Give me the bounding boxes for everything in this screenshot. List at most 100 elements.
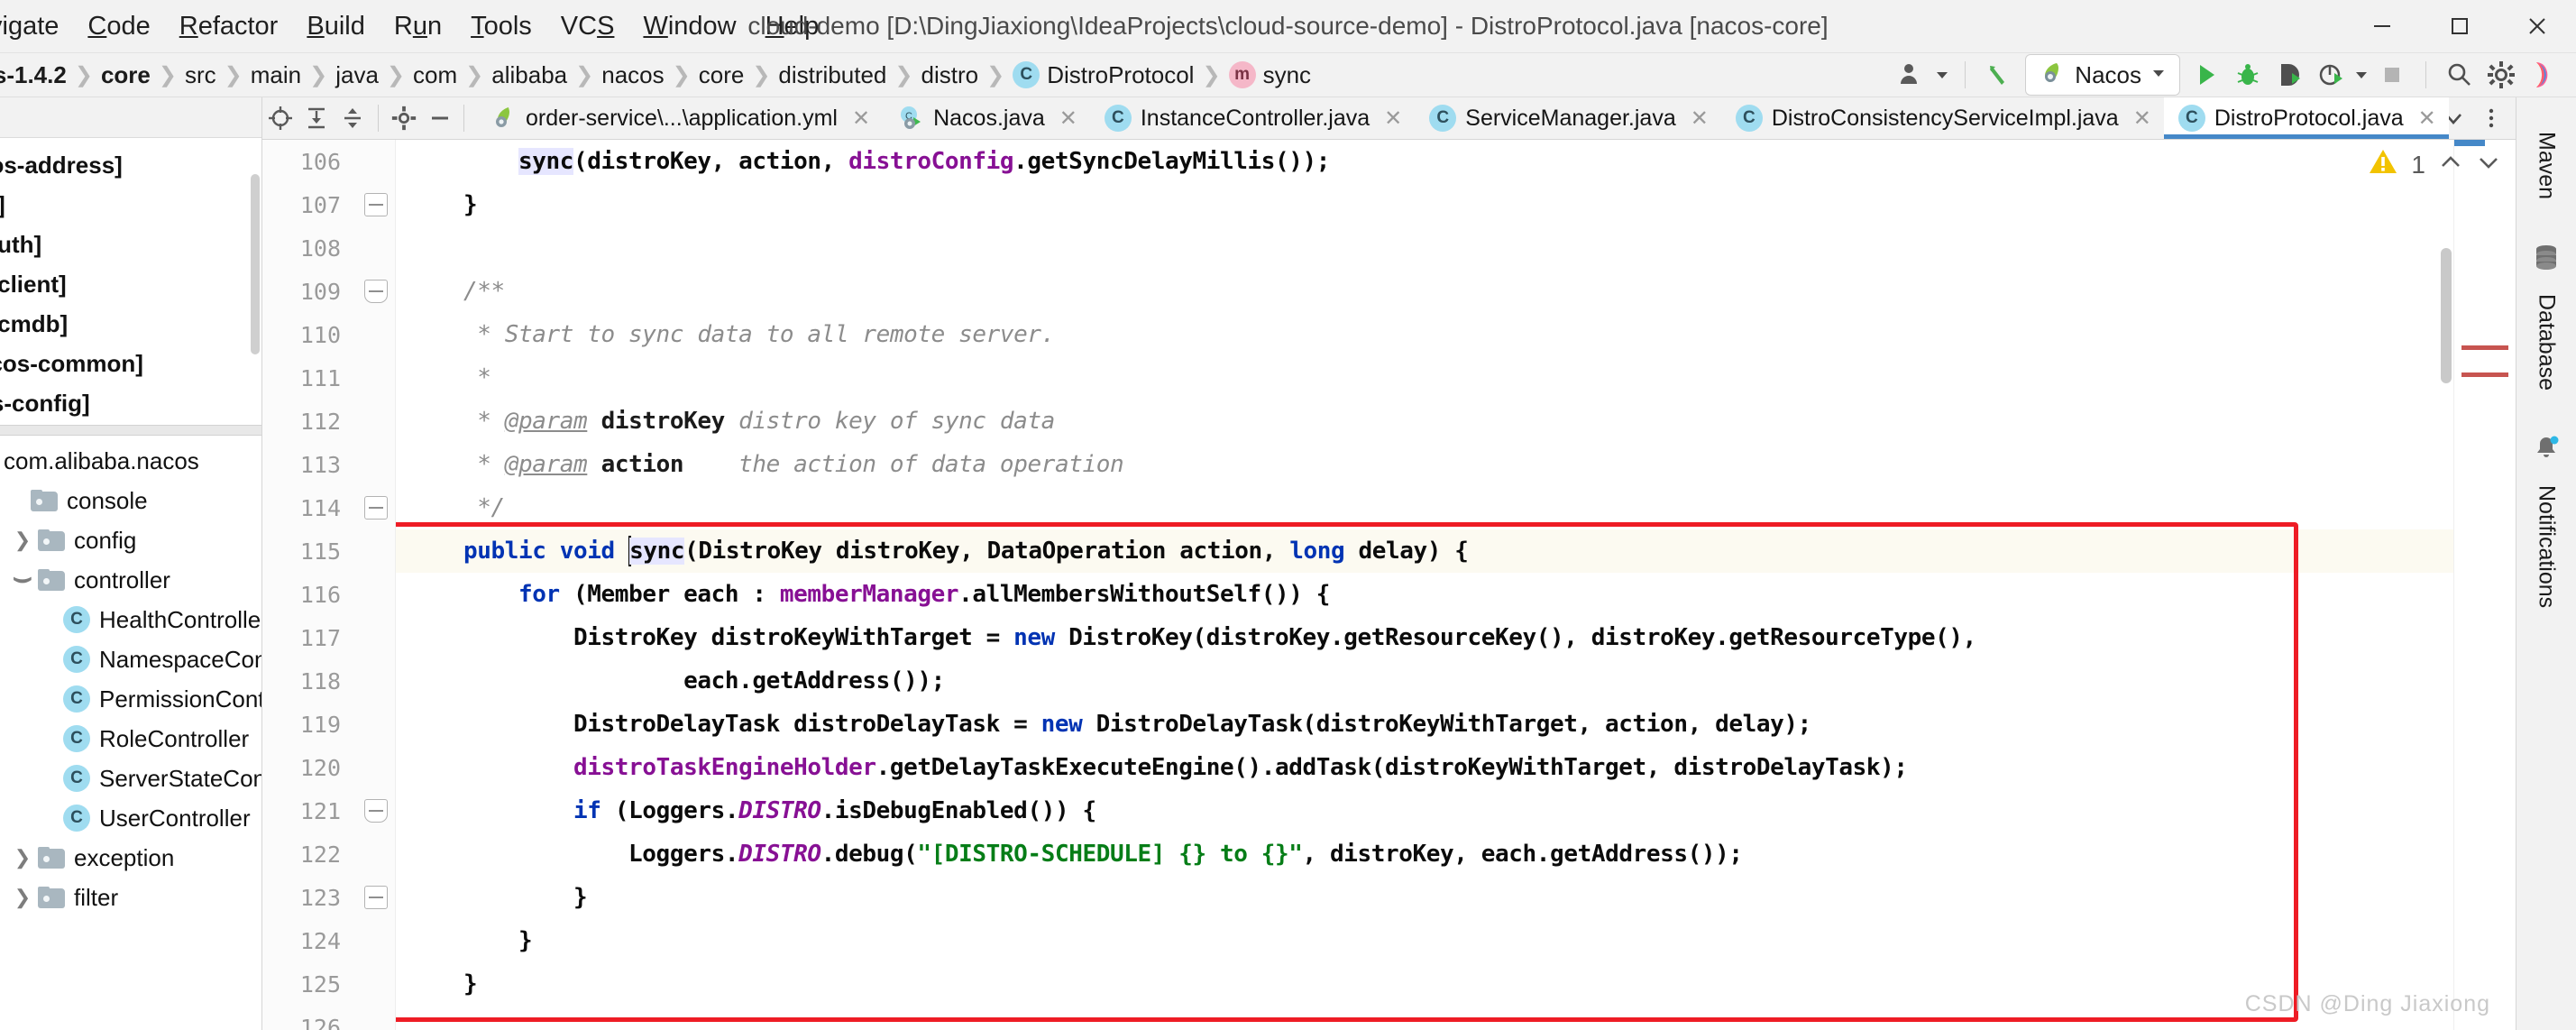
code-line[interactable]: if (Loggers. DISTRO .isDebugEnabled()) {: [396, 789, 2453, 832]
more-options-icon[interactable]: [2476, 97, 2507, 139]
scroll-from-source-icon[interactable]: [262, 100, 298, 136]
line-number[interactable]: 107: [262, 183, 357, 226]
panel-splitter[interactable]: [0, 425, 261, 436]
gear-icon[interactable]: [2480, 54, 2522, 96]
project-settings-gear-icon[interactable]: [386, 100, 422, 136]
close-button[interactable]: [2498, 0, 2576, 52]
fold-toggle-icon[interactable]: [364, 886, 388, 909]
line-number[interactable]: 114: [262, 486, 357, 529]
code-line[interactable]: for (Member each : memberManager .allMemb…: [396, 573, 2453, 616]
close-icon[interactable]: ✕: [1384, 106, 1402, 132]
tree-item-folder[interactable]: console: [0, 481, 261, 520]
user-settings-icon[interactable]: [1891, 54, 1932, 96]
collapse-all-icon[interactable]: [335, 100, 371, 136]
inspection-widget[interactable]: 1: [2368, 147, 2501, 182]
code-editor[interactable]: 106 107 108 109 110 111 112 113 114 115 116 117 118 1…: [262, 140, 2516, 1030]
editor-tab-nacos-java[interactable]: C Nacos.java ✕: [883, 97, 1090, 139]
profiler-chevron-down-icon[interactable]: [2351, 54, 2371, 96]
close-icon[interactable]: ✕: [1059, 106, 1077, 132]
hide-panel-icon[interactable]: [422, 100, 458, 136]
menu-item-code[interactable]: Code: [73, 8, 164, 45]
line-number[interactable]: 108: [262, 226, 357, 270]
code-content[interactable]: sync (distroKey, action, distroConfig .get…: [396, 140, 2453, 1030]
line-number[interactable]: 122: [262, 832, 357, 876]
code-line[interactable]: *: [396, 356, 2453, 400]
line-number[interactable]: 116: [262, 573, 357, 616]
tool-window-tab-database[interactable]: Database: [2534, 281, 2560, 403]
menu-item-run[interactable]: Run: [380, 8, 456, 45]
tree-item-folder[interactable]: ❯ exception: [0, 838, 261, 878]
code-line[interactable]: * @param action the action of data opera…: [396, 443, 2453, 486]
close-icon[interactable]: ✕: [2418, 106, 2436, 132]
editor-vertical-scrollbar[interactable]: [2441, 248, 2452, 383]
menu-item-tools[interactable]: Tools: [456, 8, 546, 45]
code-line[interactable]: sync (distroKey, action, distroConfig .get…: [396, 140, 2453, 183]
project-module-row[interactable]: [nacos-consistency]: [0, 423, 261, 425]
editor-tab-distroprotocol-java[interactable]: C DistroProtocol.java ✕: [2163, 97, 2449, 139]
code-line[interactable]: }: [396, 183, 2453, 226]
tree-item-class[interactable]: C HealthController: [0, 600, 261, 639]
line-number[interactable]: 117: [262, 616, 357, 659]
code-line[interactable]: DistroDelayTask distroDelayTask = new Di…: [396, 703, 2453, 746]
code-line[interactable]: * @param distroKey distro key of sync da…: [396, 400, 2453, 443]
tool-window-tab-maven[interactable]: Maven: [2534, 119, 2560, 212]
line-number[interactable]: 121: [262, 789, 357, 832]
minimize-button[interactable]: [2343, 0, 2421, 52]
line-number[interactable]: 113: [262, 443, 357, 486]
tree-item-class[interactable]: C PermissionController: [0, 679, 261, 719]
line-number[interactable]: 118: [262, 659, 357, 703]
editor-tab-distroconsistencyserviceimpl-java[interactable]: C DistroConsistencyServiceImpl.java ✕: [1720, 97, 2164, 139]
user-dropdown-chevron-down-icon[interactable]: [1932, 54, 1952, 96]
package-root-label[interactable]: com.alibaba.nacos: [0, 441, 261, 481]
fold-toggle-icon[interactable]: [364, 193, 388, 216]
chevron-right-icon[interactable]: ❯: [7, 848, 38, 868]
code-folding-strip[interactable]: [357, 140, 396, 1030]
project-module-row[interactable]: pi]: [0, 185, 261, 225]
close-icon[interactable]: ✕: [2133, 106, 2151, 132]
line-number[interactable]: 115: [262, 529, 357, 573]
update-project-icon[interactable]: [1978, 54, 2020, 96]
line-number[interactable]: 126: [262, 1006, 357, 1030]
project-module-row[interactable]: -auth]: [0, 225, 261, 264]
editor-tab-servicemanager-java[interactable]: C ServiceManager.java ✕: [1415, 97, 1721, 139]
chevron-right-icon[interactable]: ❯: [7, 530, 38, 550]
menu-item-vcs[interactable]: VCS: [546, 8, 629, 45]
breadcrumb-item-sync[interactable]: m sync: [1223, 61, 1317, 89]
tree-item-folder[interactable]: ❫ controller: [0, 560, 261, 600]
project-structure-tree[interactable]: com.alibaba.nacos console ❯ config ❫ controll…: [0, 436, 261, 1030]
profiler-icon[interactable]: [2310, 54, 2351, 96]
line-number[interactable]: 119: [262, 703, 357, 746]
breadcrumb-item-main[interactable]: main: [244, 61, 307, 89]
line-number[interactable]: 111: [262, 356, 357, 400]
menu-item-refactor[interactable]: Refactor: [165, 8, 293, 45]
chevron-down-icon[interactable]: [2476, 150, 2501, 179]
error-stripe-mark[interactable]: [2461, 345, 2508, 350]
code-line[interactable]: /**: [396, 270, 2453, 313]
menu-item-build[interactable]: Build: [292, 8, 380, 45]
debug-icon[interactable]: [2227, 54, 2269, 96]
breadcrumb-item-distroprotocol[interactable]: C DistroProtocol: [1006, 61, 1200, 89]
project-module-row[interactable]: os-config]: [0, 383, 261, 423]
menu-item-help[interactable]: Help: [751, 8, 834, 45]
project-module-row[interactable]: s-cmdb]: [0, 304, 261, 344]
run-with-coverage-icon[interactable]: [2269, 54, 2310, 96]
fold-toggle-icon[interactable]: [364, 496, 388, 520]
code-line[interactable]: */: [396, 486, 2453, 529]
editor-tab-instancecontroller-java[interactable]: C InstanceController.java ✕: [1089, 97, 1416, 139]
line-number[interactable]: 123: [262, 876, 357, 919]
code-line[interactable]: * Start to sync data to all remote serve…: [396, 313, 2453, 356]
tree-item-folder[interactable]: ❯ filter: [0, 878, 261, 917]
breadcrumb-item-com[interactable]: com: [407, 61, 463, 89]
tree-item-class[interactable]: C UserController: [0, 798, 261, 838]
tree-item-class[interactable]: C ServerStateController: [0, 759, 261, 798]
code-line[interactable]: DistroKey distroKeyWithTarget = new Dist…: [396, 616, 2453, 659]
fold-marker[interactable]: [357, 183, 395, 226]
fold-toggle-icon[interactable]: [364, 799, 388, 823]
project-module-row[interactable]: acos-common]: [0, 344, 261, 383]
project-modules-tree[interactable]: cos-address]pi]-auth]s-client]s-cmdb]aco…: [0, 138, 261, 425]
close-icon[interactable]: ✕: [852, 106, 870, 132]
breadcrumb-item-java[interactable]: java: [329, 61, 385, 89]
code-line[interactable]: }: [396, 876, 2453, 919]
menu-item-window[interactable]: Window: [628, 8, 750, 45]
line-number[interactable]: 109: [262, 270, 357, 313]
